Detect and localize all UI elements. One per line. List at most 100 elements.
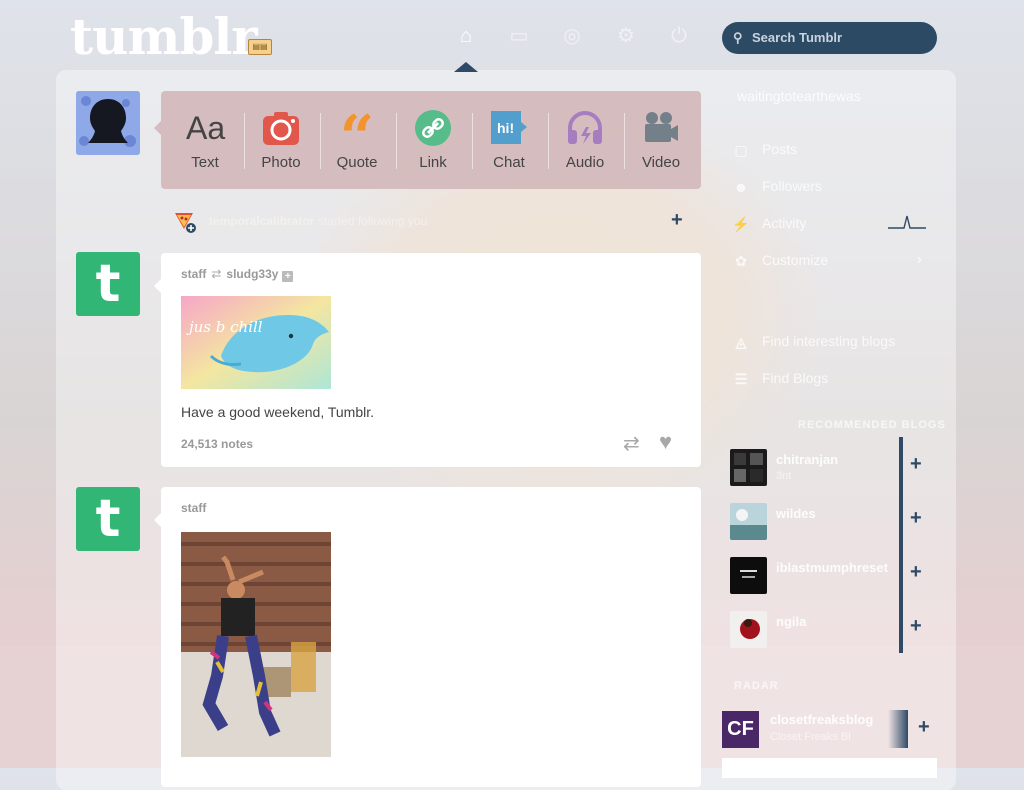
post-pointer <box>154 513 161 527</box>
explore-icon[interactable]: ◎ <box>559 24 585 48</box>
search-input[interactable]: ⚲ Search Tumblr <box>722 22 937 54</box>
post-photo[interactable]: jus b chill <box>181 296 331 389</box>
activity-sparkline <box>888 215 926 229</box>
post-header: staff ⇄ sludg33y + <box>181 267 294 282</box>
headphones-icon <box>566 109 604 147</box>
post-type-label: Audio <box>565 154 605 171</box>
video-camera-icon <box>642 109 680 147</box>
new-photo-post-button[interactable]: Photo <box>243 91 319 189</box>
post-type-label: Quote <box>336 154 378 171</box>
lightning-icon: ⚡ <box>732 216 750 232</box>
follow-source-icon[interactable]: + <box>282 271 294 282</box>
post-type-bar-pointer <box>154 121 161 135</box>
recommended-blog[interactable]: wildes + <box>730 491 930 545</box>
post-type-label: Link <box>419 154 447 171</box>
follow-button[interactable]: + <box>918 716 930 739</box>
recommended-blog-name: wildes <box>776 506 816 521</box>
active-nav-caret <box>454 62 478 72</box>
palette-icon: ✿ <box>735 253 747 269</box>
follow-button[interactable]: + <box>910 615 922 638</box>
new-video-post-button[interactable]: Video <box>623 91 699 189</box>
new-text-post-button[interactable]: Aa Text <box>167 91 243 189</box>
reblog-source-link[interactable]: sludg33y <box>226 267 278 281</box>
search-icon: ⚲ <box>733 30 743 45</box>
recommended-blog-avatar <box>730 611 767 648</box>
people-icon: ☻ <box>733 179 749 195</box>
radar-fade <box>888 710 908 748</box>
radar-blog-avatar: CF <box>722 711 759 748</box>
recommended-blog-name: ngila <box>776 614 807 629</box>
recommended-blog-name: chitranjan <box>776 452 839 467</box>
settings-icon[interactable]: ⚙ <box>613 24 639 48</box>
follow-button[interactable]: + <box>910 561 922 584</box>
radar-blog-subtitle: Closet Freaks Bl <box>770 731 851 743</box>
search-placeholder: Search Tumblr <box>752 30 843 45</box>
recommended-blog-avatar <box>730 503 767 540</box>
heart-icon[interactable]: ♥ <box>659 429 672 455</box>
post-pointer <box>154 279 161 293</box>
recommended-blog-name: iblastmumphreset <box>776 560 888 575</box>
new-audio-post-button[interactable]: Audio <box>547 91 623 189</box>
user-avatar[interactable] <box>76 91 140 155</box>
new-chat-post-button[interactable]: hi! Chat <box>471 91 547 189</box>
sidebar-item-posts[interactable]: ▢ Posts <box>732 139 932 163</box>
reblog-small-icon: ⇄ <box>211 267 222 281</box>
divider <box>899 545 903 599</box>
recommended-blog[interactable]: chitranjan 3nt + <box>730 437 930 491</box>
activity-text: temporalcalibrator started following you <box>209 214 427 228</box>
recommended-blog[interactable]: ngila + <box>730 599 930 653</box>
follower-avatar[interactable] <box>173 209 196 233</box>
svg-text:hi!: hi! <box>497 120 514 136</box>
post-author-link[interactable]: staff <box>181 501 206 515</box>
quote-icon: “ <box>339 103 375 173</box>
sidebar-item-label: Customize <box>762 252 829 268</box>
activity-action: started following you <box>317 214 428 228</box>
recommended-blog[interactable]: iblastmumphreset + <box>730 545 930 599</box>
sidebar-item-followers[interactable]: ☻ Followers <box>732 176 932 200</box>
divider <box>899 599 903 653</box>
recommended-blog-avatar <box>730 557 767 594</box>
sidebar-link-find-interesting[interactable]: ◬ Find interesting blogs <box>732 331 932 355</box>
home-icon[interactable]: ⌂ <box>453 24 479 48</box>
logo-badge-icon: ▤▤ <box>248 39 272 55</box>
sidebar-link-label: Find interesting blogs <box>762 333 896 349</box>
post-type-bar: Aa Text Photo “ Quote Link hi! Chat Audi… <box>154 91 701 189</box>
staff-avatar[interactable]: t <box>76 487 140 551</box>
post-author-link[interactable]: staff <box>181 267 206 281</box>
image-text: jus b chill <box>186 318 263 336</box>
recommended-section-title: RECOMMENDED BLOGS <box>798 419 946 431</box>
post-photo[interactable] <box>181 532 331 757</box>
follow-back-button[interactable]: + <box>671 209 683 232</box>
power-icon[interactable]: ⏻ <box>666 24 692 48</box>
sidebar-link-find-blogs[interactable]: ☰ Find Blogs <box>732 368 932 392</box>
divider <box>899 491 903 545</box>
sidebar-item-label: Posts <box>762 141 798 157</box>
new-link-post-button[interactable]: Link <box>395 91 471 189</box>
reblog-icon[interactable]: ⇄ <box>623 431 640 456</box>
follow-button[interactable]: + <box>910 507 922 530</box>
sidebar-blog-name[interactable]: waitingtotearthewas <box>737 88 861 104</box>
search-list-icon: ☰ <box>734 371 748 387</box>
recommended-blog-avatar <box>730 449 767 486</box>
activity-user-link[interactable]: temporalcalibrator <box>209 214 314 228</box>
compass-icon: ◬ <box>735 334 747 350</box>
activity-notification: temporalcalibrator started following you… <box>173 209 701 235</box>
new-quote-post-button[interactable]: “ Quote <box>319 91 395 189</box>
chevron-right-icon: › <box>916 251 922 268</box>
radar-post-preview[interactable] <box>722 758 937 778</box>
tumblr-logo[interactable]: tumblr <box>70 8 258 66</box>
post-type-label: Text <box>191 154 219 171</box>
radar-blog[interactable]: CF closetfreaksblog Closet Freaks Bl + <box>722 710 937 750</box>
staff-avatar[interactable]: t <box>76 252 140 316</box>
follow-button[interactable]: + <box>910 453 922 476</box>
sidebar-item-label: Activity <box>762 215 807 231</box>
inbox-icon[interactable]: ▭ <box>506 24 532 48</box>
post-notes[interactable]: 24,513 notes <box>181 437 253 451</box>
post-type-label: Video <box>641 154 681 171</box>
camera-icon <box>262 109 300 147</box>
sidebar-item-customize[interactable]: ✿ Customize › <box>732 250 932 274</box>
post-card: staff <box>154 487 701 787</box>
recommended-blog-subtitle: 3nt <box>776 470 792 482</box>
chat-icon: hi! <box>490 109 528 147</box>
post-card: staff ⇄ sludg33y + jus b chill Have a good … <box>154 253 701 467</box>
